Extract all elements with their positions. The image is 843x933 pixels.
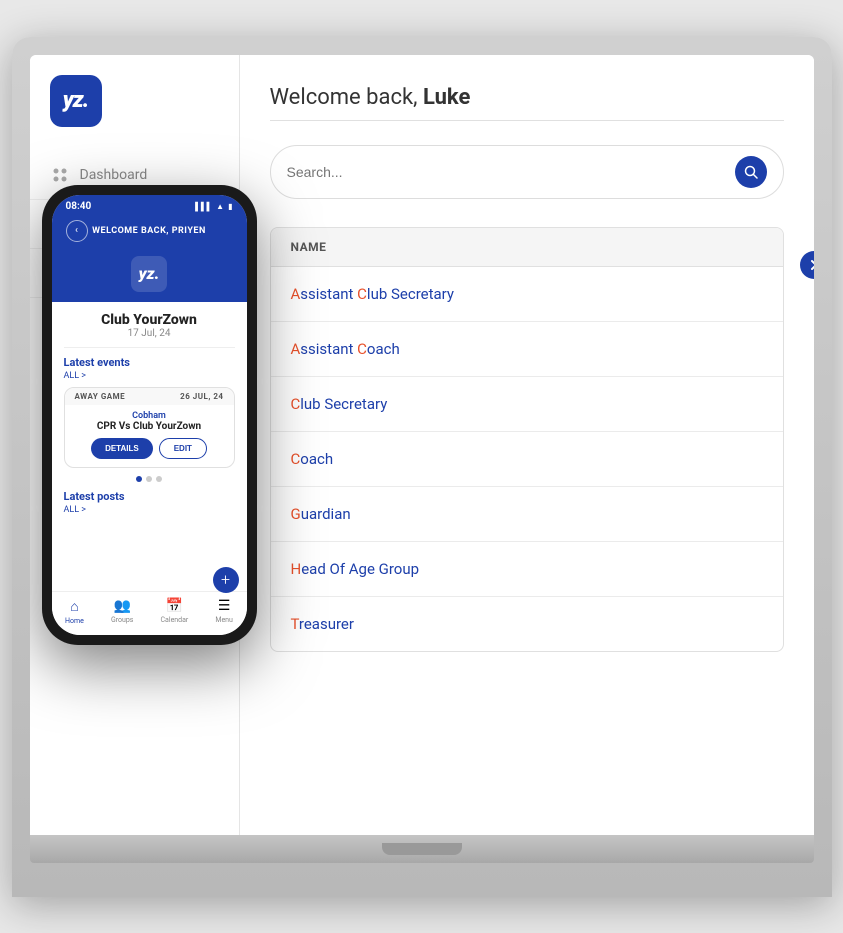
sidebar-logo-text: yz.	[63, 88, 89, 113]
table-header-label: NAME	[291, 240, 327, 254]
event-date: 26 Jul, 24	[180, 392, 223, 401]
phone-menu-icon: ☰	[218, 598, 231, 614]
table-row[interactable]: Assistant Club Secretary	[271, 267, 783, 322]
search-button[interactable]	[735, 156, 767, 188]
table-row[interactable]: Coach	[271, 432, 783, 487]
welcome-name: Luke	[423, 85, 470, 110]
laptop-shell: yz. Dashboard	[12, 37, 832, 897]
sidebar-logo: yz.	[50, 75, 102, 127]
sidebar-dashboard-label: Dashboard	[80, 167, 148, 183]
dot-inactive-2	[156, 476, 162, 482]
search-input[interactable]	[287, 164, 727, 180]
roles-table: NAME Assistant Club Secretary Assistant …	[270, 227, 784, 652]
phone-nav-groups-label: Groups	[111, 616, 133, 624]
phone-groups-icon: 👥	[113, 598, 130, 614]
phone-nav-home[interactable]: ⌂ Home	[65, 598, 84, 625]
event-details-button[interactable]: DETAILS	[91, 438, 153, 459]
role-rest: lub Secretary	[300, 395, 387, 413]
search-bar[interactable]	[270, 145, 784, 199]
role-rest: ssistant	[300, 340, 357, 358]
event-edit-button[interactable]: EDIT	[159, 438, 207, 459]
table-row[interactable]: Assistant Coach	[271, 322, 783, 377]
desktop-main: Welcome back, Luke NAME Assistant	[240, 55, 814, 835]
role-rest: ead Of Age Group	[301, 560, 419, 578]
event-card-header: AWAY GAME 26 Jul, 24	[65, 388, 234, 405]
phone-logo-icon: yz.	[131, 256, 167, 292]
phone-nav-calendar[interactable]: 📅 Calendar	[161, 598, 189, 624]
table-row[interactable]: Head Of Age Group	[271, 542, 783, 597]
phone-nav-menu-label: Menu	[215, 616, 233, 624]
role-first-letter: A	[291, 340, 301, 358]
welcome-text: Welcome back,	[270, 85, 423, 110]
phone-nav-calendar-label: Calendar	[161, 616, 189, 624]
event-type: AWAY GAME	[75, 392, 126, 401]
phone-logo: yz.	[131, 256, 167, 292]
role-first-letter: C	[291, 395, 301, 413]
role-second-rest: oach	[367, 340, 400, 358]
role-first-letter: A	[291, 285, 301, 303]
wifi-icon: ▲	[216, 202, 224, 211]
divider	[270, 120, 784, 121]
phone-all-events-link[interactable]: ALL >	[64, 371, 235, 381]
role-rest: ssistant	[300, 285, 357, 303]
phone-calendar-icon: 📅	[166, 598, 183, 614]
phone-all-posts-link[interactable]: ALL >	[64, 505, 235, 515]
phone-status-bar: 08:40 ▌▌▌ ▲ ▮	[52, 195, 247, 216]
signal-icon: ▌▌▌	[195, 202, 212, 211]
phone-content: Club YourZown 17 Jul, 24 Latest events A…	[52, 302, 247, 591]
table-row[interactable]: Club Secretary	[271, 377, 783, 432]
home-icon: ⌂	[70, 598, 78, 615]
table-header: NAME	[271, 228, 783, 267]
event-team-name: Cobham	[75, 411, 224, 421]
phone-nav-home-label: Home	[65, 617, 84, 625]
dot-active	[136, 476, 142, 482]
phone-header-title: WELCOME BACK, PRIYEN	[92, 226, 206, 236]
laptop-screen: yz. Dashboard	[30, 55, 814, 835]
phone-nav-menu[interactable]: ☰ Menu	[215, 598, 233, 624]
phone-latest-posts-title: Latest posts	[64, 490, 235, 503]
role-second-rest: lub Secretary	[367, 285, 454, 303]
phone-screen: 08:40 ▌▌▌ ▲ ▮ ‹ WELCOME BACK, PRIYEN	[52, 195, 247, 635]
event-match: CPR Vs Club YourZown	[75, 421, 224, 432]
role-second-letter: C	[357, 285, 367, 303]
role-first-letter: T	[291, 615, 299, 633]
phone-divider	[64, 347, 235, 348]
phone-back-button[interactable]: ‹	[66, 220, 88, 242]
role-rest: reasurer	[299, 615, 354, 633]
role-first-letter: G	[291, 505, 301, 523]
phone-latest-events-title: Latest events	[64, 356, 235, 369]
battery-icon: ▮	[228, 202, 232, 211]
phone-status-icons: ▌▌▌ ▲ ▮	[195, 202, 232, 211]
table-row[interactable]: Treasurer	[271, 597, 783, 651]
grid-icon	[50, 165, 70, 185]
phone-overlay: 08:40 ▌▌▌ ▲ ▮ ‹ WELCOME BACK, PRIYEN	[42, 185, 257, 645]
phone-shell: 08:40 ▌▌▌ ▲ ▮ ‹ WELCOME BACK, PRIYEN	[42, 185, 257, 645]
phone-club-date: 17 Jul, 24	[64, 328, 235, 339]
event-buttons: DETAILS EDIT	[65, 438, 234, 467]
laptop-notch	[382, 843, 462, 855]
phone-bottom-nav: ⌂ Home 👥 Groups 📅 Calendar ☰	[52, 591, 247, 635]
phone-fab-button[interactable]: +	[213, 567, 239, 593]
role-rest: uardian	[301, 505, 351, 523]
role-first-letter: H	[291, 560, 302, 578]
phone-time: 08:40	[66, 201, 92, 212]
welcome-heading: Welcome back, Luke	[270, 85, 784, 110]
phone-logo-text: yz.	[139, 264, 160, 283]
carousel-dots	[64, 476, 235, 482]
role-rest: oach	[300, 450, 333, 468]
phone-nav-groups[interactable]: 👥 Groups	[111, 598, 133, 624]
role-first-letter: C	[291, 450, 301, 468]
phone-club-name: Club YourZown	[64, 312, 235, 328]
laptop-bottom-bar	[30, 835, 814, 863]
event-card-body: Cobham CPR Vs Club YourZown	[65, 405, 234, 438]
phone-header: ‹ WELCOME BACK, PRIYEN	[52, 216, 247, 250]
event-card: AWAY GAME 26 Jul, 24 Cobham CPR Vs Club …	[64, 387, 235, 468]
role-second-letter: C	[357, 340, 367, 358]
dot-inactive	[146, 476, 152, 482]
phone-logo-area: yz.	[52, 250, 247, 302]
table-row[interactable]: Guardian	[271, 487, 783, 542]
